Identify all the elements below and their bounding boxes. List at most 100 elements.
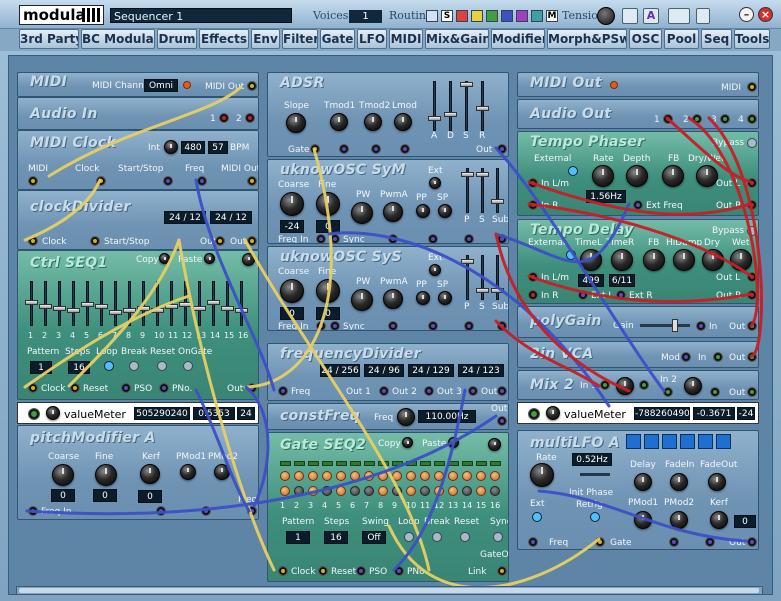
clock-freq-port[interactable] — [197, 176, 207, 186]
osc1-sub-slider[interactable] — [491, 168, 504, 213]
phaser-external-toggle[interactable] — [568, 166, 578, 176]
seq-copy-button[interactable] — [159, 253, 170, 264]
clock-bpm-value[interactable]: 57 — [208, 141, 228, 154]
gseq-paste-button[interactable] — [448, 437, 459, 448]
constfreq-knob[interactable] — [397, 408, 415, 426]
pitch-pmod1-port[interactable] — [156, 506, 166, 516]
gate-pad[interactable] — [448, 471, 458, 481]
lfo-pmod-port[interactable] — [669, 537, 679, 547]
osc1-ext-knob[interactable] — [429, 177, 441, 189]
gate-pad[interactable] — [364, 486, 374, 496]
osc1-pw-knob[interactable] — [351, 202, 373, 224]
phaser-fb-knob[interactable] — [662, 165, 684, 187]
module-tempo-delay[interactable]: Tempo Delay Bypass External TimeL TimeR … — [517, 219, 759, 304]
osc2-ext-port[interactable] — [428, 321, 438, 330]
tab-filter[interactable]: Filter — [282, 29, 318, 49]
seq-pso-port[interactable] — [121, 383, 131, 393]
tab-bc-modular[interactable]: BC Modular — [81, 29, 155, 49]
adsr-tmod1-port[interactable] — [339, 144, 349, 154]
pitch-pmod2-port[interactable] — [201, 506, 211, 516]
pitch-pmod2-knob[interactable] — [214, 464, 230, 480]
gate-pad[interactable] — [294, 471, 304, 481]
gseq-break-toggle[interactable] — [432, 532, 442, 542]
lfo-kerf-value[interactable]: 0 — [734, 515, 756, 528]
meter1-knob[interactable] — [46, 406, 60, 420]
gate-pad[interactable] — [392, 471, 402, 481]
step-slider[interactable] — [193, 281, 206, 326]
gate-pad[interactable] — [476, 471, 486, 481]
step-slider[interactable] — [207, 281, 220, 326]
freqdiv-freq-port[interactable] — [278, 386, 288, 396]
lfo-retrig-toggle[interactable] — [590, 512, 600, 522]
meter2-knob[interactable] — [546, 406, 560, 420]
module-gate-seq2[interactable]: Gate SEQ2 Copy Paste 1 2 3 4 5 6 7 8 9 10 11 12 13 14… — [267, 432, 509, 582]
gate-pad[interactable] — [420, 486, 430, 496]
osc1-sp-knob[interactable] — [438, 204, 452, 218]
pitch-kerf-knob[interactable] — [140, 464, 160, 484]
lfo-pmod2-knob[interactable] — [670, 511, 688, 529]
module-value-meter-1[interactable]: valueMeter 505290240 0.5353 24 — [17, 402, 259, 424]
delay-timer-value[interactable]: 6/11 — [609, 274, 635, 287]
lfo-fadein-knob[interactable] — [670, 473, 688, 491]
lfo-freq-port[interactable] — [528, 537, 538, 547]
gate-pad[interactable] — [308, 486, 318, 496]
gseq-clock-port[interactable] — [278, 566, 288, 576]
wave-saw-icon[interactable] — [680, 434, 695, 449]
audio-in-2-port[interactable] — [245, 113, 255, 123]
gate-pad[interactable] — [350, 471, 360, 481]
save-icon[interactable] — [622, 8, 638, 24]
osc1-out-port[interactable] — [497, 234, 507, 243]
osc2-sub-slider[interactable] — [491, 255, 504, 300]
delay-timel-knob[interactable] — [580, 249, 602, 271]
osc2-sp-knob[interactable] — [438, 291, 452, 305]
delay-dry-knob[interactable] — [702, 249, 724, 271]
delay-outl-port[interactable] — [747, 272, 757, 282]
module-midi-clock[interactable]: MIDI Clock Int 480 57 BPM MIDI Clock Sta… — [17, 130, 259, 190]
gate-pad[interactable] — [434, 471, 444, 481]
gate-pad[interactable] — [350, 486, 360, 496]
close-icon[interactable]: × — [758, 7, 773, 22]
module-const-freq[interactable]: constFreq Freq 110.00Hz Out — [267, 403, 509, 430]
freqdiv-out3-port[interactable] — [468, 386, 478, 396]
divider-out1-port[interactable] — [215, 236, 225, 246]
gate-pad[interactable] — [406, 486, 416, 496]
phaser-inr-port[interactable] — [528, 200, 538, 210]
tab-modifier[interactable]: Modifier — [491, 29, 545, 49]
module-osc-sym[interactable]: uknowOSC SyM Coarse -24 Fine 0 PW PwmA E… — [267, 159, 509, 244]
osc2-sync-port[interactable] — [330, 321, 340, 330]
gate-pad[interactable] — [336, 486, 346, 496]
audioout-1-port[interactable] — [663, 114, 673, 124]
osc2-p-slider[interactable] — [461, 255, 474, 300]
gate-pad[interactable] — [322, 486, 332, 496]
scrollbar-thumb[interactable] — [19, 588, 759, 593]
clock-int-knob[interactable] — [164, 140, 178, 154]
gseq-swing-value[interactable]: Off — [362, 531, 386, 544]
adsr-lmod-port[interactable] — [400, 144, 410, 154]
gate-pad[interactable] — [294, 486, 304, 496]
gate-pad[interactable] — [336, 471, 346, 481]
vca-out-port[interactable] — [747, 352, 757, 362]
module-midi-out[interactable]: MIDI Out MIDI — [517, 72, 759, 97]
gate-pad[interactable] — [476, 486, 486, 496]
polygain-gain-slider[interactable] — [640, 319, 690, 332]
seq-pno-port[interactable] — [159, 383, 169, 393]
lfo-kerf-knob[interactable] — [710, 511, 728, 529]
wave-pulse-icon[interactable] — [662, 434, 677, 449]
module-clock-divider[interactable]: clockDivider 24 / 12 24 / 12 Clock Start… — [17, 190, 259, 250]
audioout-3-port[interactable] — [720, 114, 730, 124]
gseq-gateout-port[interactable] — [497, 566, 507, 576]
audioout-4-port[interactable] — [747, 114, 757, 124]
mix2-in2-port[interactable] — [663, 387, 673, 397]
pitch-freqin-port[interactable] — [28, 506, 38, 516]
pitch-fine-value[interactable]: 0 — [93, 489, 117, 502]
clock-clock-port[interactable] — [96, 176, 106, 186]
routing-blue-swatch[interactable] — [501, 10, 513, 22]
phaser-inl-port[interactable] — [528, 178, 538, 188]
step-slider[interactable] — [67, 281, 80, 326]
lfo-fadeout-knob[interactable] — [708, 473, 726, 491]
tab-pool[interactable]: Pool — [664, 29, 699, 49]
divider-value-1[interactable]: 24 / 12 — [164, 211, 206, 224]
freqdiv-out4-port[interactable] — [497, 386, 507, 396]
osc1-freqin-port[interactable] — [316, 234, 326, 243]
phaser-bypass-toggle[interactable] — [747, 138, 757, 148]
